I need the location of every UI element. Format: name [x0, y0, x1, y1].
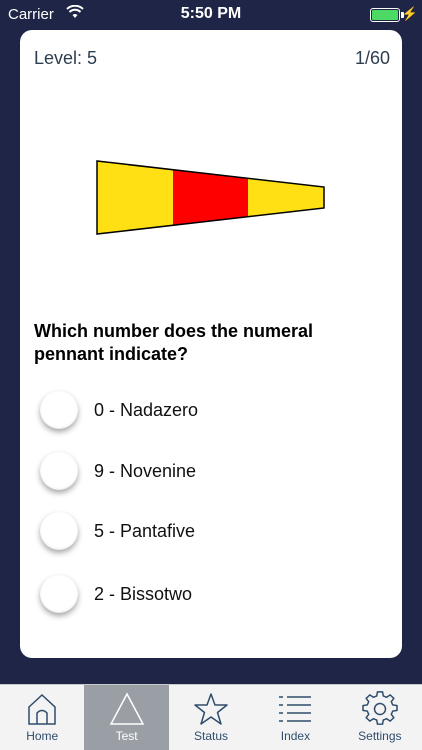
status-time: 5:50 PM — [180, 5, 242, 22]
tab-index[interactable]: Index — [253, 685, 337, 750]
home-icon — [28, 693, 56, 725]
pennant-band-middle — [173, 161, 248, 234]
charging-icon: ⚡ — [401, 6, 418, 21]
radio-button[interactable] — [40, 512, 78, 550]
level-label: Level: 5 — [34, 48, 98, 68]
answer-option-0[interactable]: 0 - Nadazero — [40, 390, 370, 430]
star-icon — [194, 693, 228, 725]
radio-button[interactable] — [40, 575, 78, 613]
list-icon — [279, 696, 312, 722]
quiz-card: Level: 5 1/60 Which number does the nume… — [20, 30, 402, 658]
gear-icon — [362, 691, 398, 725]
answer-option-3[interactable]: 2 - Bissotwo — [40, 574, 370, 614]
tab-label: Settings — [358, 729, 402, 743]
numeral-pennant-flag — [96, 160, 325, 235]
tab-status[interactable]: Status — [169, 685, 253, 750]
triangle-icon — [109, 692, 144, 725]
battery-icon — [370, 8, 400, 22]
pennant-band-right — [248, 161, 324, 234]
answer-label: 2 - Bissotwo — [94, 583, 193, 604]
answer-option-1[interactable]: 9 - Novenine — [40, 451, 370, 491]
radio-button[interactable] — [40, 452, 78, 490]
radio-button[interactable] — [40, 391, 78, 429]
tab-label: Test — [115, 729, 138, 743]
tab-settings[interactable]: Settings — [338, 685, 422, 750]
answer-label: 5 - Pantafive — [94, 520, 196, 541]
tab-home[interactable]: Home — [0, 685, 84, 750]
answer-label: 0 - Nadazero — [94, 399, 199, 420]
answer-option-2[interactable]: 5 - Pantafive — [40, 511, 370, 551]
question-progress: 1/60 — [354, 48, 390, 68]
answer-label: 9 - Novenine — [94, 460, 197, 481]
status-bar: Carrier 5:50 PM ⚡ — [0, 0, 422, 30]
question-text: Which number does the numeral pennant in… — [34, 321, 314, 364]
tab-bar: Home Test Status Index Settings — [0, 684, 422, 750]
tab-label: Home — [26, 729, 59, 743]
tab-label: Index — [280, 729, 311, 743]
tab-test[interactable]: Test — [84, 685, 169, 750]
tab-label: Status — [194, 729, 229, 743]
